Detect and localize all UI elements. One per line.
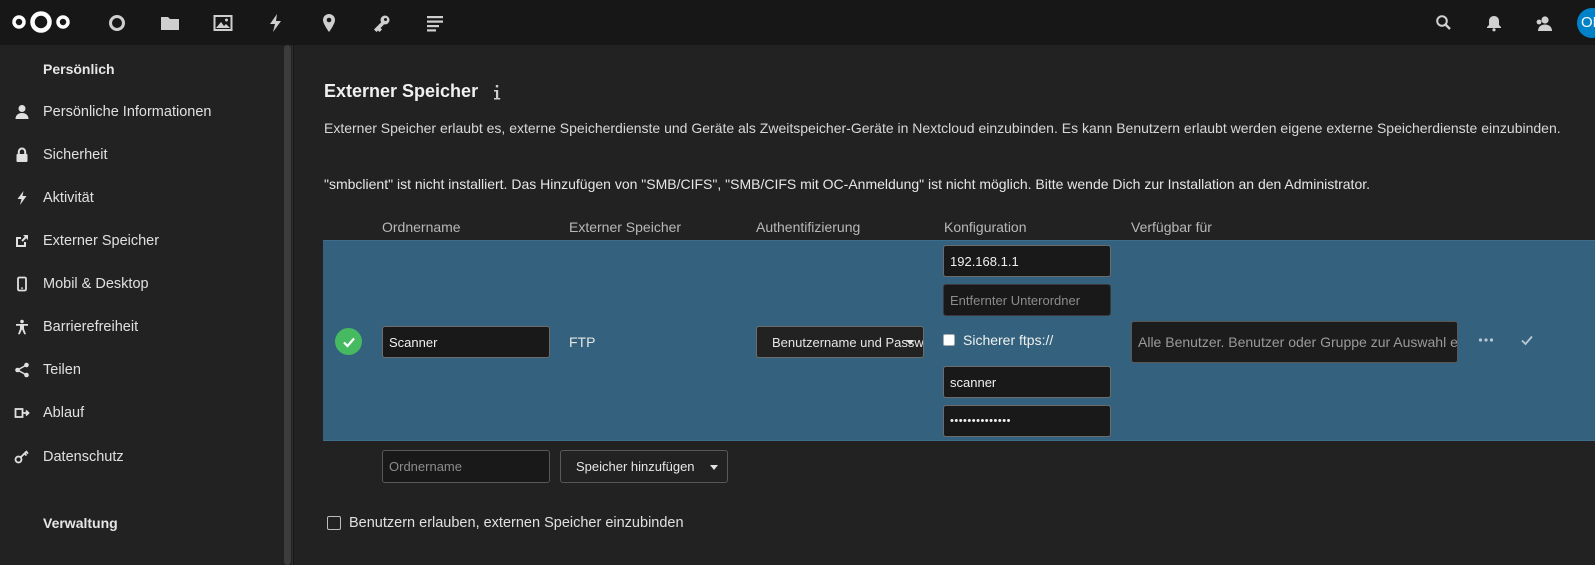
new-folder-name-input[interactable]: Ordnername [382,450,550,483]
sidebar-item-flow[interactable]: Ablauf [0,391,280,434]
top-bar: OL [0,0,1595,45]
column-header-backend: Externer Speicher [569,219,682,235]
column-header-auth: Authentifizierung [756,219,861,235]
notes-icon [426,15,443,31]
secure-ftps-checkbox-row[interactable]: Sicherer ftps:// [943,332,1053,348]
mount-row: Scanner FTP Benutzername und Passwort 19… [323,240,1595,441]
accessibility-icon [15,319,28,334]
contacts-menu-button[interactable] [1519,0,1569,45]
chevron-down-icon [710,464,718,470]
auth-select[interactable]: Benutzername und Passwort [756,326,924,358]
bell-icon [1487,15,1501,31]
notifications-button[interactable] [1469,0,1519,45]
dashboard-icon [108,14,125,31]
folder-name-input[interactable]: Scanner [382,326,550,358]
checkmark-icon [342,337,355,348]
chevron-down-icon [906,340,914,345]
column-header-folder: Ordnername [382,219,461,235]
add-storage-select[interactable]: Speicher hinzufügen [560,450,728,483]
status-ok-indicator [335,328,362,355]
sidebar-item-personal-info[interactable]: Persönliche Informationen [0,90,280,133]
nextcloud-logo-icon[interactable] [10,9,72,35]
username-input[interactable]: scanner [943,366,1111,398]
page-title: Externer Speicher [324,81,479,101]
app-passwords[interactable] [355,0,408,45]
app-dashboard[interactable] [90,0,143,45]
key-icon [14,449,29,463]
share-icon [14,362,29,377]
sidebar-item-label: Sicherheit [43,146,108,163]
sidebar-item-label: Persönliche Informationen [43,103,212,120]
photos-icon [213,14,232,31]
files-icon [160,16,179,30]
activity-icon [17,190,26,205]
info-icon[interactable] [492,83,502,101]
sidebar-item-external-storage[interactable]: Externer Speicher [0,219,280,262]
password-input[interactable]: •••••••••••••• [943,405,1111,437]
sidebar-item-activity[interactable]: Aktivität [0,176,280,219]
row-actions [1478,332,1534,348]
column-header-configuration: Konfiguration [944,219,1027,235]
backend-name: FTP [569,334,596,350]
activity-icon [269,13,281,32]
sidebar-item-privacy[interactable]: Datenschutz [0,435,280,478]
sidebar-item-label: Datenschutz [43,448,124,465]
sidebar-item-label: Aktivität [43,189,94,206]
sidebar-item-accessibility[interactable]: Barrierefreiheit [0,305,280,348]
sidebar-item-sharing[interactable]: Teilen [0,348,280,391]
allow-user-mounting-row[interactable]: Benutzern erlauben, externen Speicher ei… [327,515,684,531]
app-photos[interactable] [196,0,249,45]
app-menu [90,0,461,45]
remote-subfolder-input[interactable]: Entfernter Unterordner [943,284,1111,316]
unified-search-button[interactable] [1419,0,1469,45]
section-heading-admin: Verwaltung [43,515,118,531]
maps-icon [322,13,335,32]
sidebar-item-label: Ablauf [43,404,85,421]
sidebar-item-mobile-desktop[interactable]: Mobil & Desktop [0,262,280,305]
header-right: OL [1419,0,1595,45]
section-description: Externer Speicher erlaubt es, externe Sp… [324,120,1561,136]
save-check-icon[interactable] [1520,333,1534,347]
app-files[interactable] [143,0,196,45]
flow-icon [14,407,30,418]
external-storage-icon [15,234,28,247]
sidebar-item-label: Barrierefreiheit [43,318,139,335]
sidebar-item-label: Externer Speicher [43,232,160,249]
section-heading-personal: Persönlich [43,61,115,77]
contacts-icon [1536,15,1552,31]
more-icon[interactable] [1478,332,1494,348]
sidebar-item-security[interactable]: Sicherheit [0,133,280,176]
app-activity[interactable] [249,0,302,45]
applicable-users-input[interactable]: Alle Benutzer. Benutzer oder Gruppe zur … [1131,321,1458,363]
lock-icon [16,147,27,162]
user-avatar[interactable]: OL [1577,7,1595,38]
host-input[interactable]: 192.168.1.1 [943,245,1111,277]
sidebar-item-label: Teilen [43,361,81,378]
settings-sidebar: Persönlich Persönliche Informationen Sic… [0,45,293,565]
column-header-applicable: Verfügbar für [1131,219,1212,235]
app-maps[interactable] [302,0,355,45]
search-icon [1436,14,1451,30]
section-title-row: Externer Speicher [324,81,502,102]
passwords-icon [373,15,389,32]
sidebar-item-label: Mobil & Desktop [43,275,149,292]
app-notes[interactable] [408,0,461,45]
secure-ftps-label: Sicherer ftps:// [963,332,1054,348]
secure-ftps-checkbox[interactable] [943,334,955,346]
main-content: Externer Speicher Externer Speicher erla… [294,45,1595,565]
phone-icon [16,276,27,291]
allow-user-mounting-label: Benutzern erlauben, externen Speicher ei… [349,515,684,531]
sidebar-scrollbar[interactable] [284,45,291,565]
allow-user-mounting-checkbox[interactable] [327,516,341,530]
smbclient-warning: "smbclient" ist nicht installiert. Das H… [324,176,1371,192]
user-icon [15,104,28,119]
